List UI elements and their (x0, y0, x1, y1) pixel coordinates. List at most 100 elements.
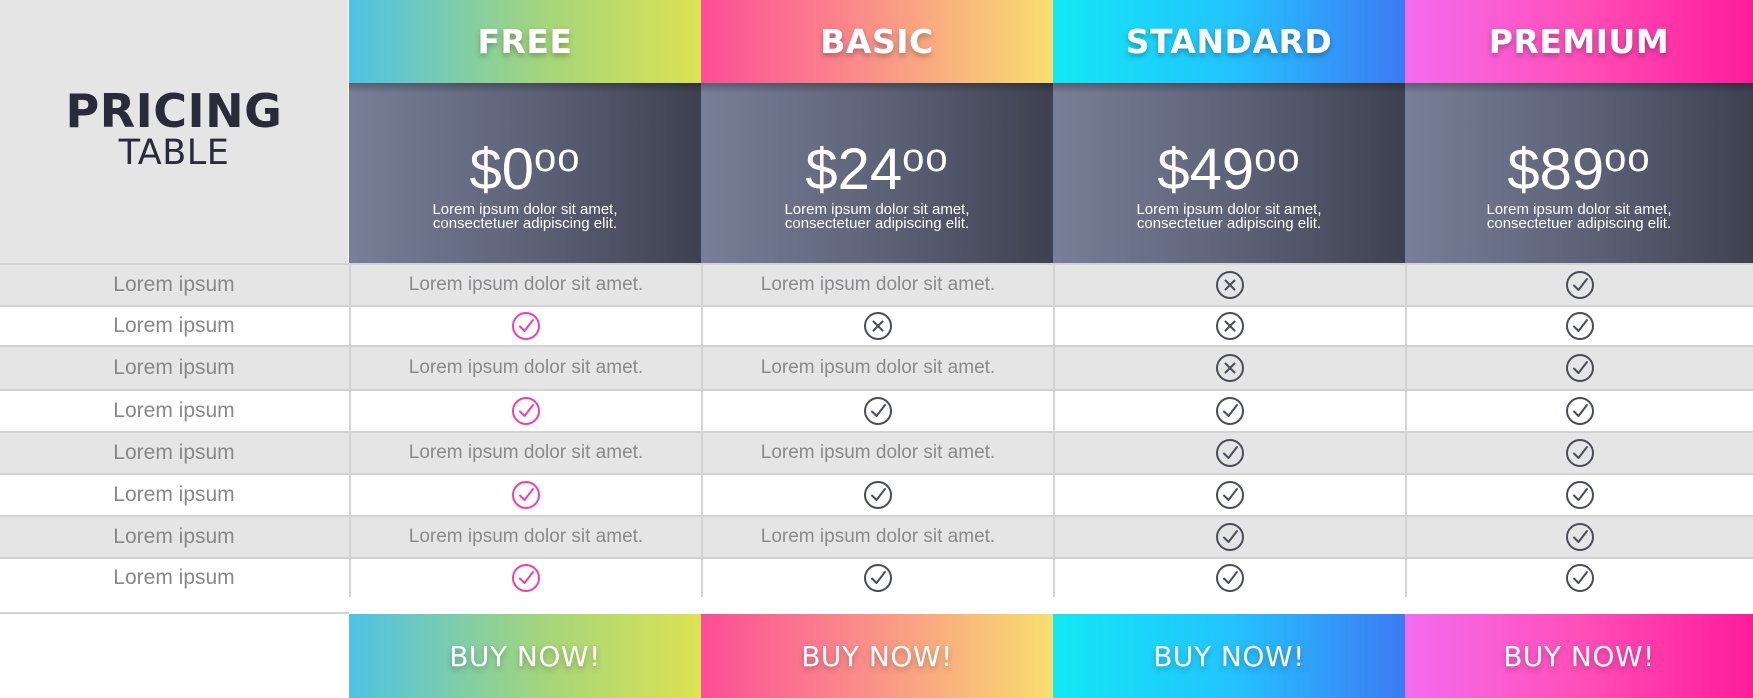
plan-header-premium: PREMIUM (1405, 0, 1753, 83)
plan-description-free: Lorem ipsum dolor sit amet, consectetuer… (349, 202, 701, 231)
price-cents: oo (1604, 136, 1651, 180)
feature-cell (1053, 307, 1405, 345)
feature-cell (701, 391, 1053, 431)
feature-text: Lorem ipsum dolor sit amet. (408, 274, 644, 295)
check-circle-icon (863, 563, 893, 593)
feature-cell (1053, 265, 1405, 305)
plan-description-standard: Lorem ipsum dolor sit amet, consectetuer… (1053, 202, 1405, 232)
page-title: PRICING (65, 83, 283, 138)
feature-cell (349, 307, 701, 345)
check-circle-icon (863, 396, 893, 426)
buy-now-button-basic[interactable]: BUY NOW! (701, 614, 1053, 698)
plan-description-basic: Lorem ipsum dolor sit amet, consectetuer… (701, 202, 1053, 232)
price-box-free: $0oo Lorem ipsum dolor sit amet, consect… (349, 83, 701, 263)
check-circle-icon (511, 396, 541, 426)
table-row: Lorem ipsum (0, 305, 1753, 345)
feature-cell: Lorem ipsum dolor sit amet. (349, 347, 701, 389)
price-amount: $49 (1157, 137, 1255, 202)
feature-cell (1053, 391, 1405, 431)
divider (0, 612, 349, 614)
feature-cell: Lorem ipsum dolor sit amet. (701, 517, 1053, 557)
page-subtitle: TABLE (118, 132, 230, 173)
table-row: Lorem ipsum Lorem ipsum dolor sit amet. Lo… (0, 345, 1753, 389)
feature-cell (701, 475, 1053, 515)
plan-header-basic: BASIC (701, 0, 1053, 83)
table-row: Lorem ipsum Lorem ipsum dolor sit amet. Lo… (0, 263, 1753, 305)
price-amount: $0 (469, 137, 534, 202)
feature-cell (1405, 475, 1753, 515)
check-circle-icon (1215, 480, 1245, 510)
feature-cell (1053, 517, 1405, 557)
feature-text: Lorem ipsum dolor sit amet. (760, 274, 996, 295)
feature-text: Lorem ipsum dolor sit amet. (760, 442, 996, 463)
feature-cell (1405, 433, 1753, 473)
feature-cell (1405, 391, 1753, 431)
feature-cell (1053, 475, 1405, 515)
check-circle-icon (1215, 438, 1245, 468)
price-premium: $89oo (1405, 123, 1753, 205)
feature-cell (1053, 433, 1405, 473)
feature-cell: Lorem ipsum dolor sit amet. (349, 433, 701, 473)
feature-cell (1053, 347, 1405, 389)
price-amount: $24 (805, 137, 903, 202)
price-box-standard: $49oo Lorem ipsum dolor sit amet, consec… (1053, 83, 1405, 263)
check-circle-icon (1565, 480, 1595, 510)
table-row: Lorem ipsum Lorem ipsum dolor sit amet. Lo… (0, 515, 1753, 557)
check-circle-icon (1215, 522, 1245, 552)
price-basic: $24oo (701, 123, 1053, 205)
feature-label: Lorem ipsum (113, 483, 235, 506)
x-circle-icon (1215, 353, 1245, 383)
plan-description-premium: Lorem ipsum dolor sit amet, consectetuer… (1405, 202, 1753, 232)
feature-cell (1405, 559, 1753, 597)
description-line-2: consectetuer adipiscing elit. (1136, 215, 1322, 232)
table-row: Lorem ipsum (0, 389, 1753, 431)
price-cents: oo (902, 136, 949, 180)
pricing-table: PRICING TABLE FREE $0oo Lorem ipsum dolo… (0, 0, 1753, 698)
check-circle-icon (1565, 438, 1595, 468)
feature-cell: Lorem ipsum dolor sit amet. (349, 265, 701, 305)
plan-header-standard: STANDARD (1053, 0, 1405, 83)
feature-cell (349, 475, 701, 515)
check-circle-icon (1565, 396, 1595, 426)
price-amount: $89 (1507, 137, 1605, 202)
check-circle-icon (511, 311, 541, 341)
check-circle-icon (1215, 563, 1245, 593)
description-line-2: consectetuer adipiscing elit. (1486, 215, 1672, 232)
check-circle-icon (1565, 311, 1595, 341)
buy-now-button-standard[interactable]: BUY NOW! (1053, 614, 1405, 698)
feature-text: Lorem ipsum dolor sit amet. (408, 526, 644, 547)
feature-rows: Lorem ipsum Lorem ipsum dolor sit amet. Lo… (0, 263, 1753, 597)
feature-label: Lorem ipsum (113, 273, 235, 296)
feature-cell (1405, 307, 1753, 345)
feature-text: Lorem ipsum dolor sit amet. (760, 357, 996, 378)
feature-cell (1053, 559, 1405, 597)
feature-text: Lorem ipsum dolor sit amet. (408, 357, 644, 378)
feature-cell (701, 307, 1053, 345)
table-row: Lorem ipsum (0, 557, 1753, 597)
feature-label: Lorem ipsum (113, 525, 235, 548)
check-circle-icon (1565, 270, 1595, 300)
x-circle-icon (1215, 311, 1245, 341)
check-circle-icon (511, 563, 541, 593)
check-circle-icon (1565, 563, 1595, 593)
feature-cell (349, 391, 701, 431)
price-standard: $49oo (1053, 123, 1405, 205)
price-box-basic: $24oo Lorem ipsum dolor sit amet, consec… (701, 83, 1053, 263)
check-circle-icon (1565, 522, 1595, 552)
feature-cell: Lorem ipsum dolor sit amet. (701, 265, 1053, 305)
feature-cell (1405, 265, 1753, 305)
feature-cell: Lorem ipsum dolor sit amet. (349, 517, 701, 557)
description-line-2: consectetuer adipiscing elit. (784, 215, 970, 232)
buy-now-button-premium[interactable]: BUY NOW! (1405, 614, 1753, 698)
feature-label: Lorem ipsum (113, 399, 235, 422)
price-cents: oo (1254, 136, 1301, 180)
feature-text: Lorem ipsum dolor sit amet. (408, 442, 644, 463)
feature-cell (701, 559, 1053, 597)
feature-cell (349, 559, 701, 597)
check-circle-icon (1215, 396, 1245, 426)
x-circle-icon (863, 311, 893, 341)
price-free: $0oo (349, 123, 701, 205)
buy-now-button-free[interactable]: BUY NOW! (349, 614, 701, 698)
feature-text: Lorem ipsum dolor sit amet. (760, 526, 996, 547)
feature-cell (1405, 517, 1753, 557)
